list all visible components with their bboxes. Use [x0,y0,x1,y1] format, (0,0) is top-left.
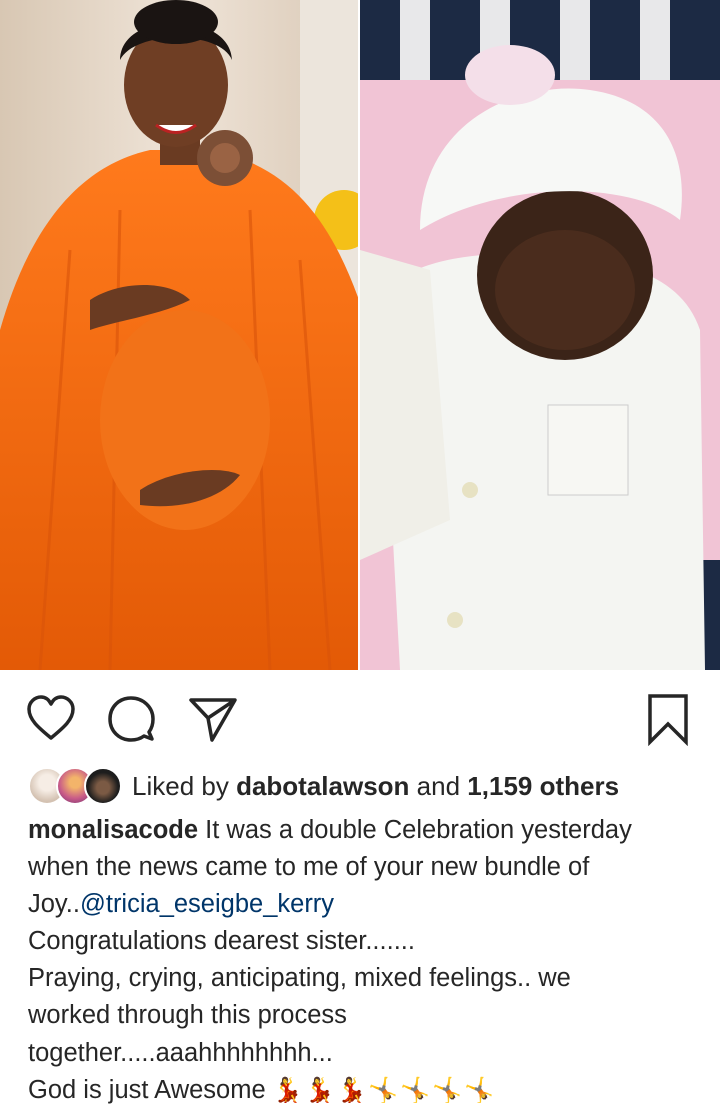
caption-line: Congratulations dearest sister....... [28,927,415,956]
likes-summary[interactable]: Liked by dabotalawson and 1,159 others [28,766,619,806]
liker-avatars[interactable] [28,767,132,805]
post-image[interactable] [0,0,720,670]
caption-line: It was a double Celebration yesterday [205,816,632,844]
caption-line: God is just Awesome [28,1075,266,1104]
caption-line: Joy.. [28,890,80,919]
dancing-emoji: 💃💃💃🤸🤸🤸🤸 [272,1076,496,1104]
liked-by-user-link[interactable]: dabotalawson [236,771,409,802]
bookmark-icon[interactable] [644,692,692,747]
post-caption: monalisacode It was a double Celebration… [28,812,698,1109]
comment-icon[interactable] [104,692,158,746]
pregnant-woman-photo [0,0,358,670]
caption-line: worked through this process [28,1001,347,1030]
newborn-baby-photo [360,0,720,670]
caption-line: Praying, crying, anticipating, mixed fee… [28,964,571,993]
action-bar [0,670,720,765]
liked-and-text: and [416,770,461,801]
caption-username[interactable]: monalisacode [28,816,198,844]
avatar[interactable] [84,767,122,805]
likes-count-link[interactable]: 1,159 others [467,771,619,802]
liked-by-prefix: Liked by [132,770,229,801]
caption-line: when the news came to me of your new bun… [28,853,590,882]
mention-link[interactable]: @tricia_eseigbe_kerry [80,890,334,918]
heart-icon[interactable] [24,692,78,746]
caption-line: together.....aaahhhhhhhh... [28,1038,333,1067]
share-icon[interactable] [186,692,240,746]
